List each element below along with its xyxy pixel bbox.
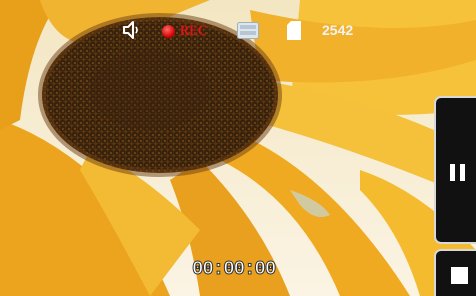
pause-icon	[450, 164, 466, 181]
stop-button[interactable]	[434, 249, 476, 296]
camcorder-viewfinder: REC 2542 00:00:00	[0, 0, 476, 296]
remaining-shots-count: 2542	[322, 22, 354, 38]
rec-label: REC	[180, 22, 207, 39]
rec-dot-icon	[162, 24, 175, 38]
recording-indicator: REC	[162, 22, 212, 40]
pause-button[interactable]	[434, 96, 476, 244]
elapsed-timer: 00:00:00	[191, 258, 276, 281]
resolution-icon	[237, 22, 259, 39]
speaker-icon	[123, 21, 138, 39]
sd-card-icon	[287, 21, 301, 40]
viewfinder-image	[0, 0, 476, 296]
stop-icon	[451, 267, 468, 284]
